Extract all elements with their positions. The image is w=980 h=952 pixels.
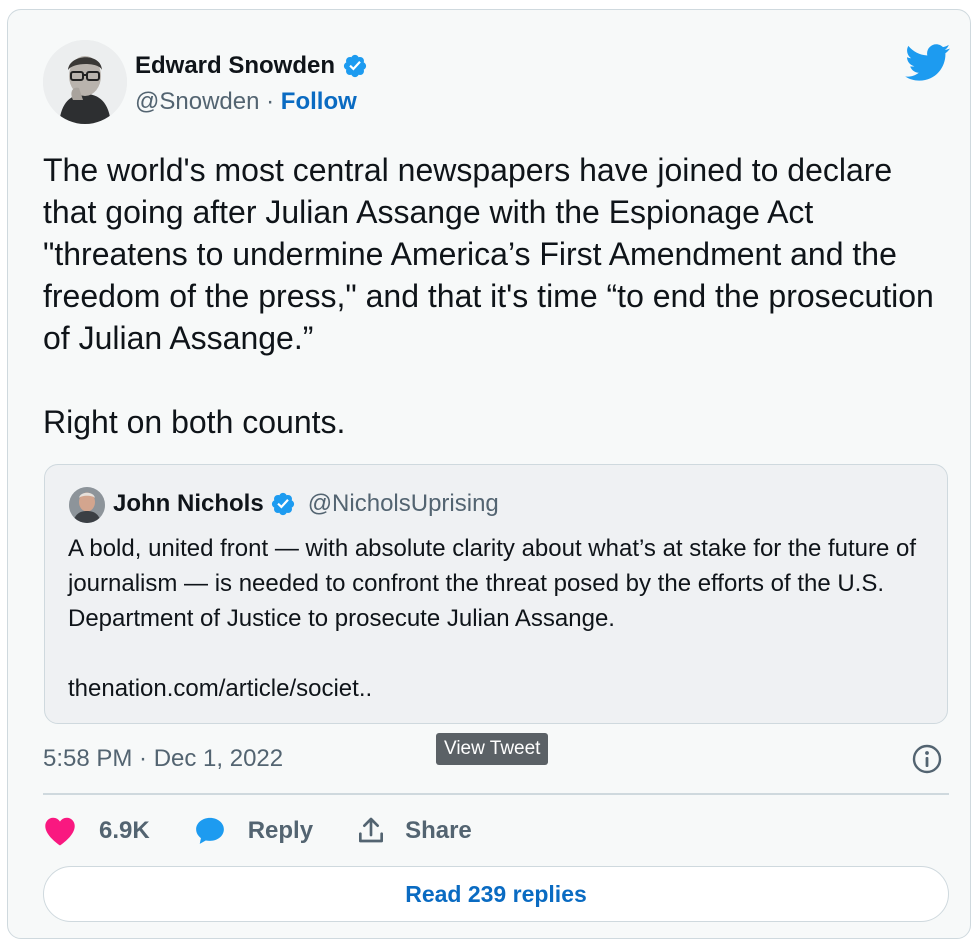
tweet-paragraph: Right on both counts. xyxy=(43,404,346,440)
heart-icon xyxy=(43,816,77,846)
speech-bubble-icon xyxy=(194,815,226,847)
tweet-paragraph: The world's most central newspapers have… xyxy=(43,152,934,356)
verified-badge-icon xyxy=(342,53,368,79)
quoted-author-name: John Nichols xyxy=(113,490,264,517)
quoted-avatar-photo xyxy=(69,487,105,523)
author-avatar[interactable] xyxy=(43,40,127,124)
share-button[interactable]: Share xyxy=(355,815,472,847)
quoted-link[interactable]: thenation.com/article/societ.. xyxy=(68,671,938,706)
tweet-timestamp[interactable]: 5:58 PM · Dec 1, 2022 xyxy=(43,745,283,773)
quoted-paragraph: A bold, united front — with absolute cla… xyxy=(68,535,917,632)
author-name-row: Edward Snowden xyxy=(135,52,368,80)
like-count: 6.9K xyxy=(99,817,150,844)
divider xyxy=(43,793,949,795)
quoted-author-handle: @NicholsUprising xyxy=(307,490,499,517)
reply-label: Reply xyxy=(247,817,314,844)
quoted-author-avatar xyxy=(69,487,105,523)
tweet-card: Edward Snowden @Snowden · Follow The wor… xyxy=(7,9,971,939)
quoted-tweet-body: A bold, united front — with absolute cla… xyxy=(68,531,938,706)
action-bar: 6.9K Reply Share xyxy=(43,809,472,853)
read-replies-label: Read 239 replies xyxy=(405,880,587,907)
view-tweet-tooltip: View Tweet xyxy=(436,733,549,765)
like-button[interactable]: 6.9K xyxy=(43,816,150,846)
author-name[interactable]: Edward Snowden xyxy=(135,52,335,80)
handle-separator: · xyxy=(259,88,281,115)
verified-badge-icon xyxy=(270,491,296,517)
share-label: Share xyxy=(405,817,472,844)
info-icon[interactable] xyxy=(911,743,943,775)
author-avatar-photo xyxy=(43,40,127,124)
quoted-author-row: John Nichols @NicholsUprising xyxy=(113,490,499,518)
twitter-bird-icon[interactable] xyxy=(905,44,951,82)
quoted-tweet[interactable]: John Nichols @NicholsUprising A bold, un… xyxy=(44,464,948,724)
share-upload-icon xyxy=(355,815,387,847)
reply-button[interactable]: Reply xyxy=(194,815,313,847)
read-replies-button[interactable]: Read 239 replies xyxy=(43,866,949,922)
follow-button[interactable]: Follow xyxy=(281,88,357,115)
tweet-body: The world's most central newspapers have… xyxy=(43,149,953,443)
author-handle-row: @Snowden · Follow xyxy=(135,88,357,116)
author-handle[interactable]: @Snowden xyxy=(135,88,259,115)
